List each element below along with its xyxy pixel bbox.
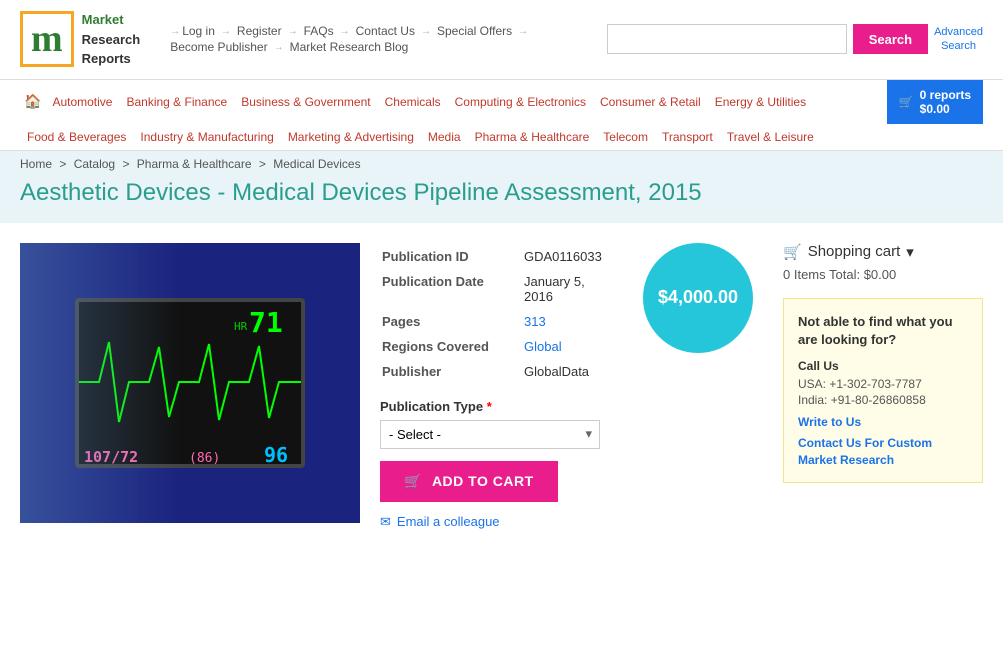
nav-contact[interactable]: Contact Us (356, 24, 415, 38)
search-input[interactable] (607, 24, 847, 54)
shopping-cart-section: 🛒 Shopping cart ▾ 0 Items Total: $0.00 (783, 243, 983, 282)
category-nav: 🏠 Automotive Banking & Finance Business … (0, 80, 1003, 151)
cat-pharma[interactable]: Pharma & Healthcare (468, 124, 597, 150)
nav-register[interactable]: Register (237, 24, 282, 38)
cat-row-1: 🏠 Automotive Banking & Finance Business … (20, 80, 983, 124)
advanced-search-link[interactable]: AdvancedSearch (934, 25, 983, 54)
nav-arrow: → (421, 26, 431, 37)
home-icon: 🏠 (20, 87, 45, 116)
right-sidebar: 🛒 Shopping cart ▾ 0 Items Total: $0.00 N… (783, 243, 983, 484)
nav-arrow: → (170, 26, 180, 37)
breadcrumb-current: Medical Devices (273, 157, 360, 171)
call-us-label: Call Us (798, 359, 968, 373)
nav-arrow: → (518, 26, 528, 37)
pages-label: Pages (382, 310, 522, 333)
cat-media[interactable]: Media (421, 124, 468, 150)
email-icon: ✉ (380, 514, 391, 530)
svg-text:96: 96 (264, 443, 288, 467)
help-box: Not able to find what you are looking fo… (783, 298, 983, 484)
cat-row-2: Food & Beverages Industry & Manufacturin… (20, 124, 983, 150)
breadcrumb-pharma[interactable]: Pharma & Healthcare (137, 157, 252, 171)
phone-usa: USA: +1-302-703-7787 (798, 377, 968, 391)
nav-publisher[interactable]: Become Publisher (170, 40, 267, 54)
svg-text:(86): (86) (189, 451, 220, 466)
pub-date-label: Publication Date (382, 270, 522, 308)
pages-value: 313 (524, 310, 611, 333)
cat-business[interactable]: Business & Government (234, 89, 377, 115)
phone-india: India: +91-80-26860858 (798, 393, 968, 407)
cat-telecom[interactable]: Telecom (596, 124, 655, 150)
product-details-col: Publication ID GDA0116033 Publication Da… (380, 243, 613, 530)
breadcrumb-home[interactable]: Home (20, 157, 52, 171)
header: m Market Research Reports → Log in → Reg… (0, 0, 1003, 80)
cat-marketing[interactable]: Marketing & Advertising (281, 124, 421, 150)
write-to-us-link[interactable]: Write to Us (798, 415, 968, 429)
breadcrumb-sep: > (59, 157, 66, 171)
cat-food[interactable]: Food & Beverages (20, 124, 133, 150)
cat-chemicals[interactable]: Chemicals (378, 89, 448, 115)
dropdown-arrow-icon: ▾ (906, 243, 914, 261)
cat-travel[interactable]: Travel & Leisure (720, 124, 821, 150)
nav-login[interactable]: Log in (182, 24, 215, 38)
product-image: 71 HR 107/72 (86) 96 (20, 243, 360, 523)
contact-custom-link[interactable]: Contact Us For Custom Market Research (798, 436, 932, 467)
shopping-cart-header[interactable]: 🛒 Shopping cart ▾ (783, 243, 983, 261)
cart-button[interactable]: 🛒 0 reports $0.00 (887, 80, 983, 124)
breadcrumb-sep: > (122, 157, 129, 171)
nav-arrow: → (221, 26, 231, 37)
publication-type-select[interactable]: - Select - (380, 420, 600, 449)
logo-area: m Market Research Reports (20, 10, 140, 69)
cart-icon: 🛒 (783, 243, 802, 261)
select-wrapper: - Select - ▾ (380, 420, 600, 449)
cat-banking[interactable]: Banking & Finance (119, 89, 234, 115)
logo-box: m (20, 11, 74, 67)
cat-automotive[interactable]: Automotive (45, 89, 119, 115)
cat-consumer[interactable]: Consumer & Retail (593, 89, 708, 115)
breadcrumb: Home > Catalog > Pharma & Healthcare > M… (20, 157, 983, 171)
required-star: * (487, 399, 492, 414)
email-colleague-link[interactable]: ✉ Email a colleague (380, 514, 613, 530)
page-title: Aesthetic Devices - Medical Devices Pipe… (20, 179, 983, 207)
pub-id-label: Publication ID (382, 245, 522, 268)
breadcrumb-sep: > (259, 157, 266, 171)
svg-text:HR: HR (234, 320, 248, 333)
cat-industry[interactable]: Industry & Manufacturing (133, 124, 280, 150)
cart-summary: 0 Items Total: $0.00 (783, 267, 983, 282)
cart-icon: 🛒 (899, 95, 914, 109)
breadcrumb-catalog[interactable]: Catalog (74, 157, 115, 171)
svg-text:71: 71 (249, 306, 283, 339)
pub-id-value: GDA0116033 (524, 245, 611, 268)
help-heading: Not able to find what you are looking fo… (798, 313, 968, 349)
nav-arrow: → (274, 42, 284, 53)
cat-computing[interactable]: Computing & Electronics (448, 89, 593, 115)
logo-text: Market Research Reports (82, 10, 141, 69)
logo-letter: m (31, 20, 63, 58)
add-to-cart-button[interactable]: 🛒 ADD TO CART (380, 461, 558, 502)
nav-blog[interactable]: Market Research Blog (290, 40, 409, 54)
publisher-label: Publisher (382, 360, 522, 383)
regions-value: Global (524, 335, 611, 358)
price-circle: $4,000.00 (643, 243, 753, 353)
main-content: 71 HR 107/72 (86) 96 Publication ID GDA0… (0, 223, 1003, 550)
nav-offers[interactable]: Special Offers (437, 24, 512, 38)
regions-label: Regions Covered (382, 335, 522, 358)
publisher-value: GlobalData (524, 360, 611, 383)
cat-transport[interactable]: Transport (655, 124, 720, 150)
pub-type-label: Publication Type * (380, 399, 613, 414)
product-details-table: Publication ID GDA0116033 Publication Da… (380, 243, 613, 385)
cat-energy[interactable]: Energy & Utilities (708, 89, 813, 115)
pub-date-value: January 5, 2016 (524, 270, 611, 308)
nav-faqs[interactable]: FAQs (304, 24, 334, 38)
add-to-cart-label: ADD TO CART (432, 473, 534, 489)
breadcrumb-title-area: Home > Catalog > Pharma & Healthcare > M… (0, 151, 1003, 223)
price-area: $4,000.00 (643, 243, 753, 353)
nav-arrow: → (288, 26, 298, 37)
nav-arrow: → (340, 26, 350, 37)
product-image-placeholder: 71 HR 107/72 (86) 96 (20, 243, 360, 523)
cart-icon: 🛒 (404, 473, 422, 490)
search-button[interactable]: Search (853, 24, 928, 54)
search-area: Search AdvancedSearch (607, 24, 983, 54)
nav-links-area: → Log in → Register → FAQs → Contact Us … (170, 24, 606, 54)
